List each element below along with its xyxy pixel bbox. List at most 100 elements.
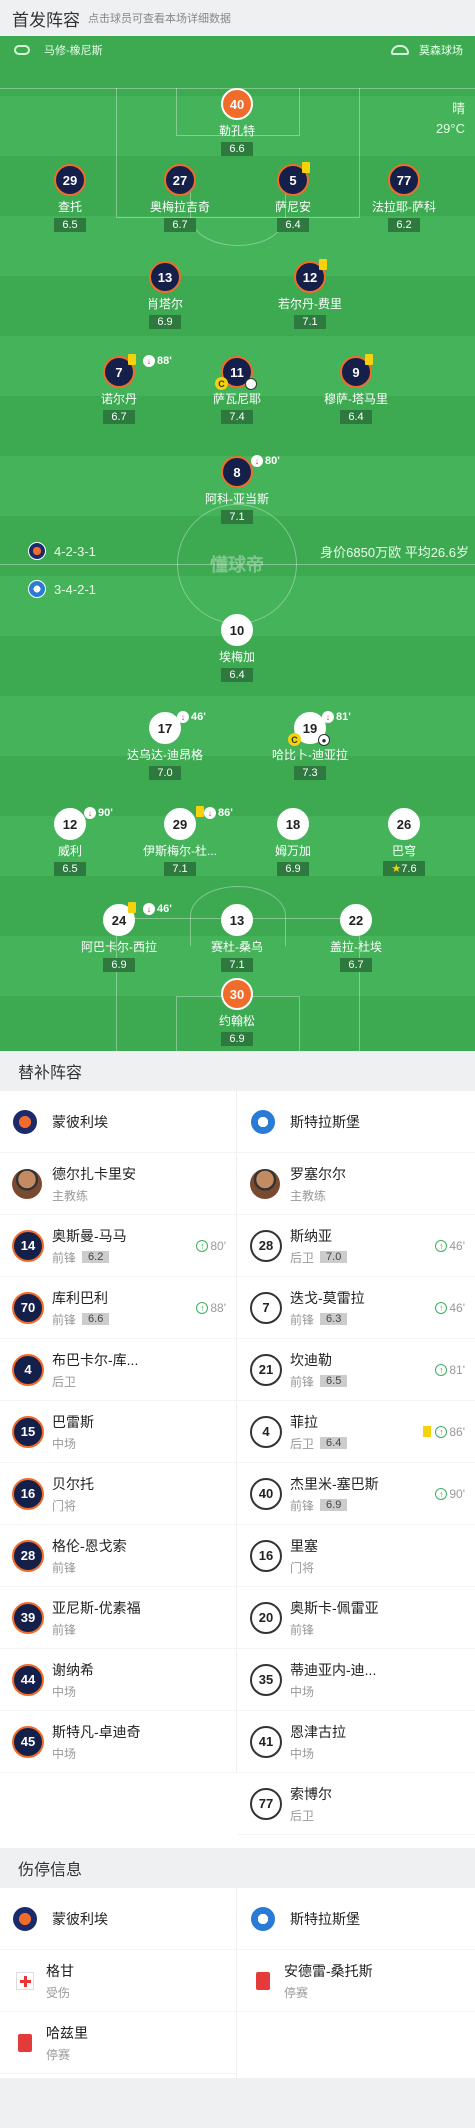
player-rating: 6.3 — [320, 1313, 348, 1325]
player-name: 哈比卜-迪亚拉 — [272, 748, 348, 762]
player-rating: 7.1 — [164, 862, 196, 876]
sub-time: 46' — [449, 1300, 465, 1315]
player-name: 奥斯卡-佩雷亚 — [290, 1599, 379, 1616]
sub-player-row[interactable]: 16 贝尔托 门将 — [0, 1463, 236, 1525]
sub-player-row[interactable]: 70 库利巴利 前锋 6.6 ↑ 88' — [0, 1277, 236, 1339]
sub-player-row[interactable]: 28 斯纳亚 后卫 7.0 ↑ 46' — [238, 1215, 475, 1277]
player-rating: 6.4 — [340, 410, 372, 424]
player-number: 40 — [221, 88, 253, 120]
sub-time: 80' — [265, 455, 280, 467]
player-rating: 7.0 — [149, 766, 181, 780]
home-subs-column: 蒙彼利埃 德尔扎卡里安 主教练 14 奥斯曼-马马 前锋 6.2 ↑ 80' 70 库利巴利 前锋… — [0, 1091, 237, 1773]
player-home-5[interactable]: 5 萨尼安 6.4 — [238, 162, 348, 233]
player-home-77[interactable]: 77 法拉耶-萨科 6.2 — [349, 164, 459, 233]
player-home-13[interactable]: 13 肖塔尔 6.9 — [110, 261, 220, 330]
away-crest-icon — [250, 1108, 276, 1135]
yellow-card-icon — [365, 354, 373, 365]
yellow-card-icon — [128, 354, 136, 365]
injury-row[interactable]: 安德雷-桑托斯 停赛 — [238, 1950, 475, 2012]
sub-out-marker: ↓ 86' — [204, 807, 233, 819]
position-label: 前锋 — [290, 1622, 315, 1637]
player-rating-value: 7.6 — [401, 863, 417, 875]
sub-player-row[interactable]: 15 巴雷斯 中场 — [0, 1401, 236, 1463]
player-rating: 6.9 — [221, 1032, 253, 1046]
player-home-29[interactable]: 29 查托 6.5 — [15, 164, 125, 233]
player-name: 谢纳希 — [52, 1661, 94, 1678]
player-away-19[interactable]: 19 C ● ↓ 81' 哈比卜-迪亚拉 7.3 — [255, 711, 365, 781]
sub-player-row[interactable]: 4 布巴卡尔-库... 后卫 — [0, 1339, 236, 1401]
player-away-24[interactable]: 24 ↓ 46' 阿巴卡尔-西拉 6.9 — [64, 902, 174, 973]
player-home-12[interactable]: 12 若尔丹-费里 7.1 — [255, 259, 365, 330]
sub-player-row[interactable]: 44 谢纳希 中场 — [0, 1649, 236, 1711]
player-position: 后卫 — [290, 1807, 332, 1824]
away-team-row[interactable]: 斯特拉斯堡 — [238, 1091, 475, 1153]
sub-player-row[interactable]: 28 格伦-恩戈索 前锋 — [0, 1525, 236, 1587]
injury-row[interactable]: 哈兹里 停赛 — [0, 2012, 236, 2074]
sub-player-row[interactable]: 21 坎迪勒 前锋 6.5 ↑ 81' — [238, 1339, 475, 1401]
player-away-29[interactable]: 29 ↓ 86' 伊斯梅尔-杜... 7.1 — [125, 806, 235, 877]
away-coach-row[interactable]: 罗塞尔尔 主教练 — [238, 1153, 475, 1215]
player-badge: 12 — [294, 259, 327, 293]
player-rating: 6.9 — [149, 315, 181, 329]
sub-player-row[interactable]: 14 奥斯曼-马马 前锋 6.2 ↑ 80' — [0, 1215, 236, 1277]
sub-player-row[interactable]: 41 恩津古拉 中场 — [238, 1711, 475, 1773]
sub-player-row[interactable]: 20 奥斯卡-佩雷亚 前锋 — [238, 1587, 475, 1649]
sub-player-row[interactable]: 4 菲拉 后卫 6.4 ↑ 86' — [238, 1401, 475, 1463]
watermark: 懂球帝 — [210, 555, 264, 575]
player-away-30[interactable]: 30 约翰松 6.9 — [182, 978, 292, 1047]
player-position: 前锋 6.9 — [290, 1497, 379, 1514]
player-away-13[interactable]: 13 赛杜-桑乌 7.1 — [182, 904, 292, 973]
player-number: 19 — [302, 720, 318, 736]
player-away-17[interactable]: 17 ↓ 46' 达乌达-迪昂格 7.0 — [110, 711, 220, 781]
player-away-10[interactable]: 10 埃梅加 6.4 — [182, 614, 292, 683]
away-formation-label: 3-4-2-1 — [54, 581, 96, 597]
sub-in-icon: ↑ — [435, 1425, 448, 1438]
captain-icon: C — [215, 377, 228, 390]
home-coach-row[interactable]: 德尔扎卡里安 主教练 — [0, 1153, 236, 1215]
position-label: 门将 — [290, 1560, 315, 1575]
avatar — [12, 1168, 42, 1199]
player-name: 哈兹里 — [46, 2024, 88, 2041]
away-injuries-column: 斯特拉斯堡 安德雷-桑托斯 停赛 — [238, 1888, 475, 2078]
player-home-11[interactable]: 11 C ● 萨瓦尼耶 7.4 — [182, 356, 292, 425]
sub-out-marker: ↓ 80' — [251, 455, 280, 467]
sub-out-icon: ↓ — [143, 903, 155, 915]
sub-player-row[interactable]: 39 亚尼斯-优素福 前锋 — [0, 1587, 236, 1649]
sub-player-row[interactable]: 77 索博尔 后卫 — [238, 1773, 475, 1835]
player-name: 赛杜-桑乌 — [211, 940, 263, 954]
lineup-header: 首发阵容 点击球员可查看本场详细数据 — [0, 0, 475, 36]
player-position: 前锋 6.6 — [52, 1311, 110, 1328]
player-away-18[interactable]: 18 姆万加 6.9 — [238, 808, 348, 877]
sub-in-time: ↑ 80' — [196, 1239, 226, 1253]
injury-row[interactable]: 格甘 受伤 — [0, 1950, 236, 2012]
home-team-row[interactable]: 蒙彼利埃 — [0, 1091, 236, 1153]
player-number: 17 — [157, 720, 173, 736]
home-team-row[interactable]: 蒙彼利埃 — [0, 1888, 236, 1950]
sub-time: 46' — [191, 711, 206, 723]
player-home-7[interactable]: 7 ↓ 88' 诺尔丹 6.7 — [64, 354, 174, 425]
player-away-22[interactable]: 22 盖拉-杜埃 6.7 — [301, 904, 411, 973]
player-number: 26 — [388, 808, 420, 840]
player-home-9[interactable]: 9 穆萨-塔马里 6.4 — [301, 354, 411, 425]
player-home-8[interactable]: 8 ↓ 80' 阿科-亚当斯 7.1 — [182, 455, 292, 525]
away-crest-icon — [250, 1905, 276, 1932]
sub-player-row[interactable]: 7 迭戈-莫雷拉 前锋 6.3 ↑ 46' — [238, 1277, 475, 1339]
player-name: 奥梅拉吉奇 — [149, 200, 210, 214]
player-number: 29 — [54, 164, 86, 196]
player-position: 中场 — [52, 1683, 94, 1700]
sub-player-row[interactable]: 45 斯特凡-卓迪奇 中场 — [0, 1711, 236, 1773]
player-name: 库利巴利 — [52, 1289, 108, 1306]
player-home-27[interactable]: 27 奥梅拉吉奇 6.7 — [125, 164, 235, 233]
injury-status: 停赛 — [284, 1985, 309, 2000]
sub-in-icon: ↑ — [196, 1239, 209, 1252]
sub-player-row[interactable]: 16 里塞 门将 — [238, 1525, 475, 1587]
player-home-40[interactable]: 40 勒孔特 6.6 — [182, 88, 292, 157]
player-rating: 6.6 — [82, 1313, 110, 1325]
player-position: 门将 — [290, 1559, 318, 1576]
away-team-row[interactable]: 斯特拉斯堡 — [238, 1888, 475, 1950]
sub-player-row[interactable]: 40 杰里米-塞巴斯 前锋 6.9 ↑ 90' — [238, 1463, 475, 1525]
player-away-12[interactable]: 12 ↓ 90' 威利 6.5 — [15, 807, 125, 877]
player-name: 巴穹 — [391, 844, 416, 858]
sub-player-row[interactable]: 35 蒂迪亚内-迪... 中场 — [238, 1649, 475, 1711]
player-away-26[interactable]: 26 巴穹 ★7.6 — [349, 808, 459, 877]
